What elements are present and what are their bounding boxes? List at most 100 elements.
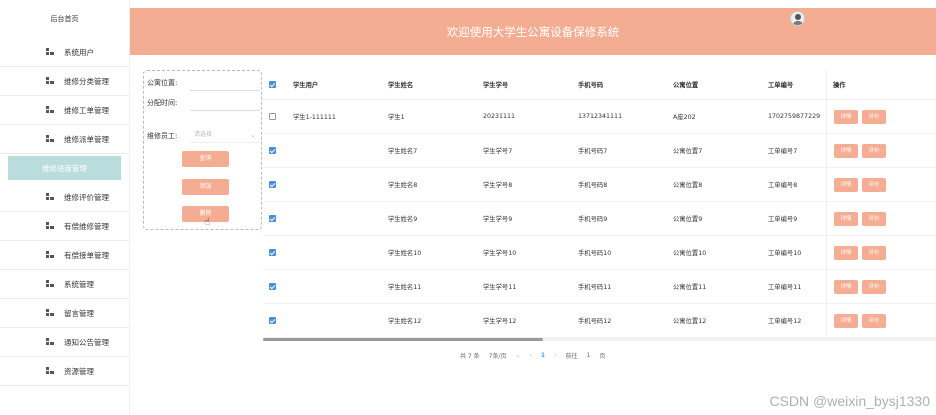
table-row[interactable]: 学生1-111111 学生1 20231111 13712341111 A座202 170… bbox=[263, 100, 936, 134]
sidebar-home[interactable]: 后台首页 bbox=[0, 0, 129, 38]
cell-student-id: 20231111 bbox=[483, 113, 516, 120]
col-student-name: 学生姓名 bbox=[388, 82, 414, 89]
row-checkbox[interactable] bbox=[269, 215, 276, 222]
detail-button[interactable]: 详情 bbox=[834, 212, 858, 226]
rate-button[interactable]: 评价 bbox=[862, 144, 886, 158]
table-row[interactable]: 学生姓名8 学生学号8 手机号码8 公寓位置8 工单编号8 详情 评价 bbox=[263, 168, 936, 202]
row-checkbox[interactable] bbox=[269, 283, 276, 290]
table-row[interactable]: 学生姓名10 学生学号10 手机号码10 公寓位置10 工单编号10 详情 评价 bbox=[263, 236, 936, 270]
detail-button[interactable]: 详情 bbox=[834, 144, 858, 158]
location-label: 公寓位置: bbox=[147, 79, 178, 87]
query-button[interactable]: 查询 bbox=[182, 151, 229, 167]
detail-button[interactable]: 详情 bbox=[834, 314, 858, 328]
row-checkbox[interactable] bbox=[269, 249, 276, 256]
sidebar-item[interactable]: 资源管理 bbox=[0, 357, 129, 386]
rate-button[interactable]: 评价 bbox=[862, 178, 886, 192]
location-input[interactable] bbox=[190, 75, 260, 91]
sidebar-item-label: 维修进度管理 bbox=[42, 163, 87, 173]
col-student-id: 学生学号 bbox=[483, 82, 509, 89]
row-actions: 详情 评价 bbox=[826, 134, 936, 167]
prev-page-icon[interactable]: ‹ bbox=[530, 352, 532, 359]
sidebar-item[interactable]: 有偿维修管理 bbox=[0, 212, 129, 241]
detail-button[interactable]: 详情 bbox=[834, 110, 858, 124]
cell-phone: 手机号码11 bbox=[578, 284, 612, 291]
pager-size-select[interactable]: 7条/页 bbox=[489, 351, 507, 360]
menu-grid-icon bbox=[46, 222, 54, 230]
add-button[interactable]: 添加 bbox=[182, 179, 229, 195]
row-actions: 详情 评价 bbox=[826, 168, 936, 201]
sidebar-item[interactable]: 有偿接单管理 bbox=[0, 241, 129, 270]
sidebar-item[interactable]: 维修工单管理 bbox=[0, 96, 129, 125]
sidebar-item-label: 系统管理 bbox=[64, 279, 94, 289]
worker-select[interactable]: 请选择 ⌄ bbox=[190, 127, 260, 143]
next-page-icon[interactable]: › bbox=[554, 352, 556, 359]
detail-button[interactable]: 详情 bbox=[834, 246, 858, 260]
col-actions-wrap: 操作 bbox=[826, 70, 936, 99]
row-checkbox[interactable] bbox=[269, 181, 276, 188]
detail-button[interactable]: 详情 bbox=[834, 178, 858, 192]
sidebar-item[interactable]: 维修分类管理 bbox=[0, 67, 129, 96]
pager-goto-input[interactable]: 1 bbox=[587, 352, 591, 359]
time-input[interactable] bbox=[190, 95, 260, 111]
rate-button[interactable]: 评价 bbox=[862, 314, 886, 328]
menu-grid-icon bbox=[46, 106, 54, 114]
cell-location: 公寓位置8 bbox=[673, 182, 703, 189]
table-row[interactable]: 学生姓名9 学生学号9 手机号码9 公寓位置9 工单编号9 详情 评价 bbox=[263, 202, 936, 236]
cell-phone: 手机号码7 bbox=[578, 148, 608, 155]
sidebar-item[interactable]: 系统用户 bbox=[0, 38, 129, 67]
row-actions: 详情 评价 bbox=[826, 236, 936, 269]
row-checkbox[interactable] bbox=[269, 147, 276, 154]
cell-phone: 13712341111 bbox=[578, 113, 623, 120]
sidebar-item[interactable]: 维修派单管理 bbox=[0, 125, 129, 154]
user-avatar[interactable] bbox=[790, 11, 805, 26]
sidebar-item[interactable]: 系统管理 bbox=[0, 270, 129, 299]
table-header: 学生用户 学生姓名 学生学号 手机号码 公寓位置 工单编号 操作 bbox=[263, 70, 936, 100]
row-checkbox[interactable] bbox=[269, 113, 276, 120]
col-phone: 手机号码 bbox=[578, 82, 604, 89]
cell-location: 公寓位置10 bbox=[673, 250, 707, 257]
table-row[interactable]: 学生姓名11 学生学号11 手机号码11 公寓位置11 工单编号11 详情 评价 bbox=[263, 270, 936, 304]
cell-student-name: 学生姓名10 bbox=[388, 250, 422, 257]
sidebar-item[interactable]: 通知公告管理 bbox=[0, 328, 129, 357]
pagination: 共 7 条 7条/页 ⌄ ‹ 1 › 前往 1 页 bbox=[460, 348, 605, 362]
rate-button[interactable]: 评价 bbox=[862, 212, 886, 226]
cell-order-no: 1702759877229 bbox=[768, 113, 821, 120]
select-all-checkbox[interactable] bbox=[269, 81, 276, 88]
cell-location: 公寓位置12 bbox=[673, 318, 707, 325]
sidebar-item[interactable]: 维修评价管理 bbox=[0, 183, 129, 212]
rate-button[interactable]: 评价 bbox=[862, 280, 886, 294]
row-actions: 详情 评价 bbox=[826, 202, 936, 235]
col-order-no: 工单编号 bbox=[768, 82, 794, 89]
sidebar-item[interactable]: 留言管理 bbox=[0, 299, 129, 328]
sidebar-item[interactable]: 维修进度管理 bbox=[8, 156, 121, 180]
chevron-down-icon[interactable]: ⌄ bbox=[515, 352, 520, 359]
rate-button[interactable]: 评价 bbox=[862, 246, 886, 260]
cell-student-name: 学生姓名7 bbox=[388, 148, 418, 155]
cell-location: 公寓位置9 bbox=[673, 216, 703, 223]
cell-student-id: 学生学号11 bbox=[483, 284, 517, 291]
cell-student-id: 学生学号7 bbox=[483, 148, 513, 155]
pager-current[interactable]: 1 bbox=[541, 352, 545, 359]
rate-button[interactable]: 评价 bbox=[862, 110, 886, 124]
cell-student-name: 学生姓名8 bbox=[388, 182, 418, 189]
app-root: 后台首页 系统用户维修分类管理维修工单管理维修派单管理维修进度管理维修评价管理有… bbox=[0, 0, 936, 415]
scrollbar-thumb[interactable] bbox=[263, 338, 543, 341]
table-row[interactable]: 学生姓名12 学生学号12 手机号码12 公寓位置12 工单编号12 详情 评价 bbox=[263, 304, 936, 338]
row-actions: 详情 评价 bbox=[826, 100, 936, 133]
cell-student-name: 学生1 bbox=[388, 114, 405, 121]
search-panel: 公寓位置: 分配时间: 维修员工: 请选择 ⌄ 查询 添加 删除 ☝ bbox=[143, 70, 262, 230]
cell-phone: 手机号码10 bbox=[578, 250, 612, 257]
row-actions: 详情 评价 bbox=[826, 270, 936, 303]
cell-order-no: 工单编号11 bbox=[768, 284, 802, 291]
table-row[interactable]: 学生姓名7 学生学号7 手机号码7 公寓位置7 工单编号7 详情 评价 bbox=[263, 134, 936, 168]
horizontal-scrollbar[interactable] bbox=[263, 338, 936, 341]
detail-button[interactable]: 详情 bbox=[834, 280, 858, 294]
row-checkbox[interactable] bbox=[269, 317, 276, 324]
sidebar-item-label: 维修派单管理 bbox=[64, 134, 109, 144]
chevron-down-icon: ⌄ bbox=[250, 131, 256, 139]
header-title: 欢迎使用大学生公寓设备保修系统 bbox=[446, 25, 620, 39]
sidebar-item-label: 维修分类管理 bbox=[64, 76, 109, 86]
cell-student-name: 学生姓名9 bbox=[388, 216, 418, 223]
menu-grid-icon bbox=[46, 367, 54, 375]
col-location: 公寓位置 bbox=[673, 82, 699, 89]
